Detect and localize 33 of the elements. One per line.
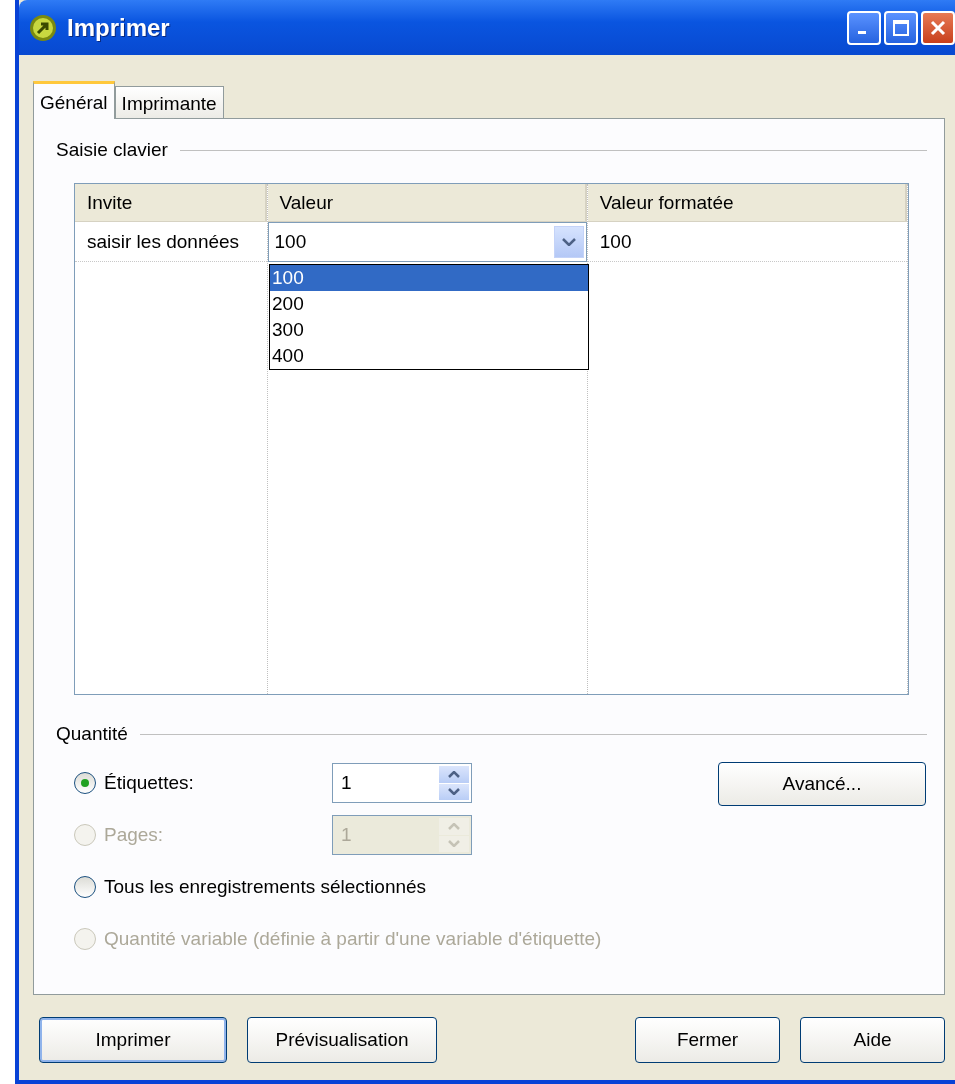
app-icon [29,13,57,42]
tab[interactable]: Général [33,81,115,119]
minimize-button[interactable] [847,10,881,45]
dialog-button[interactable]: Aide [800,1017,945,1063]
dialog-button[interactable]: Prévisualisation [247,1017,437,1063]
dropdown-option[interactable]: 200 [270,291,588,317]
number-spinner[interactable]: 1 [332,763,472,803]
minimize-icon [858,31,866,34]
radio-option[interactable]: Tous les enregistrements sélectionnés [74,876,427,898]
radio-button[interactable] [74,876,96,898]
table-cell: 100 [587,222,907,262]
window-title: Imprimer [67,13,171,42]
dropdown-button[interactable] [553,226,584,258]
group-label: Quantité [56,723,128,745]
column-header[interactable]: Valeur formatée [587,184,907,222]
dropdown-option[interactable]: 100 [270,265,588,291]
radio-option[interactable]: Étiquettes: [74,772,332,794]
column-header[interactable]: Invite [75,184,267,222]
column-header[interactable]: Valeur [267,184,587,222]
value-dropdown[interactable]: 100 [267,222,587,262]
dialog-button[interactable]: Fermer [635,1017,780,1063]
advanced-button[interactable]: Avancé... [718,762,926,806]
dialog-button[interactable]: Imprimer [39,1017,227,1063]
close-icon [929,18,947,37]
tab[interactable]: Imprimante [114,86,224,118]
table-cell: saisir les données [75,222,267,262]
maximize-button[interactable] [884,10,918,45]
dropdown-option[interactable]: 300 [270,317,588,343]
group-label: Saisie clavier [56,139,168,161]
maximize-icon [892,18,910,37]
dropdown-option[interactable]: 400 [270,343,588,369]
close-button[interactable] [921,10,955,45]
radio-button[interactable] [74,772,96,794]
